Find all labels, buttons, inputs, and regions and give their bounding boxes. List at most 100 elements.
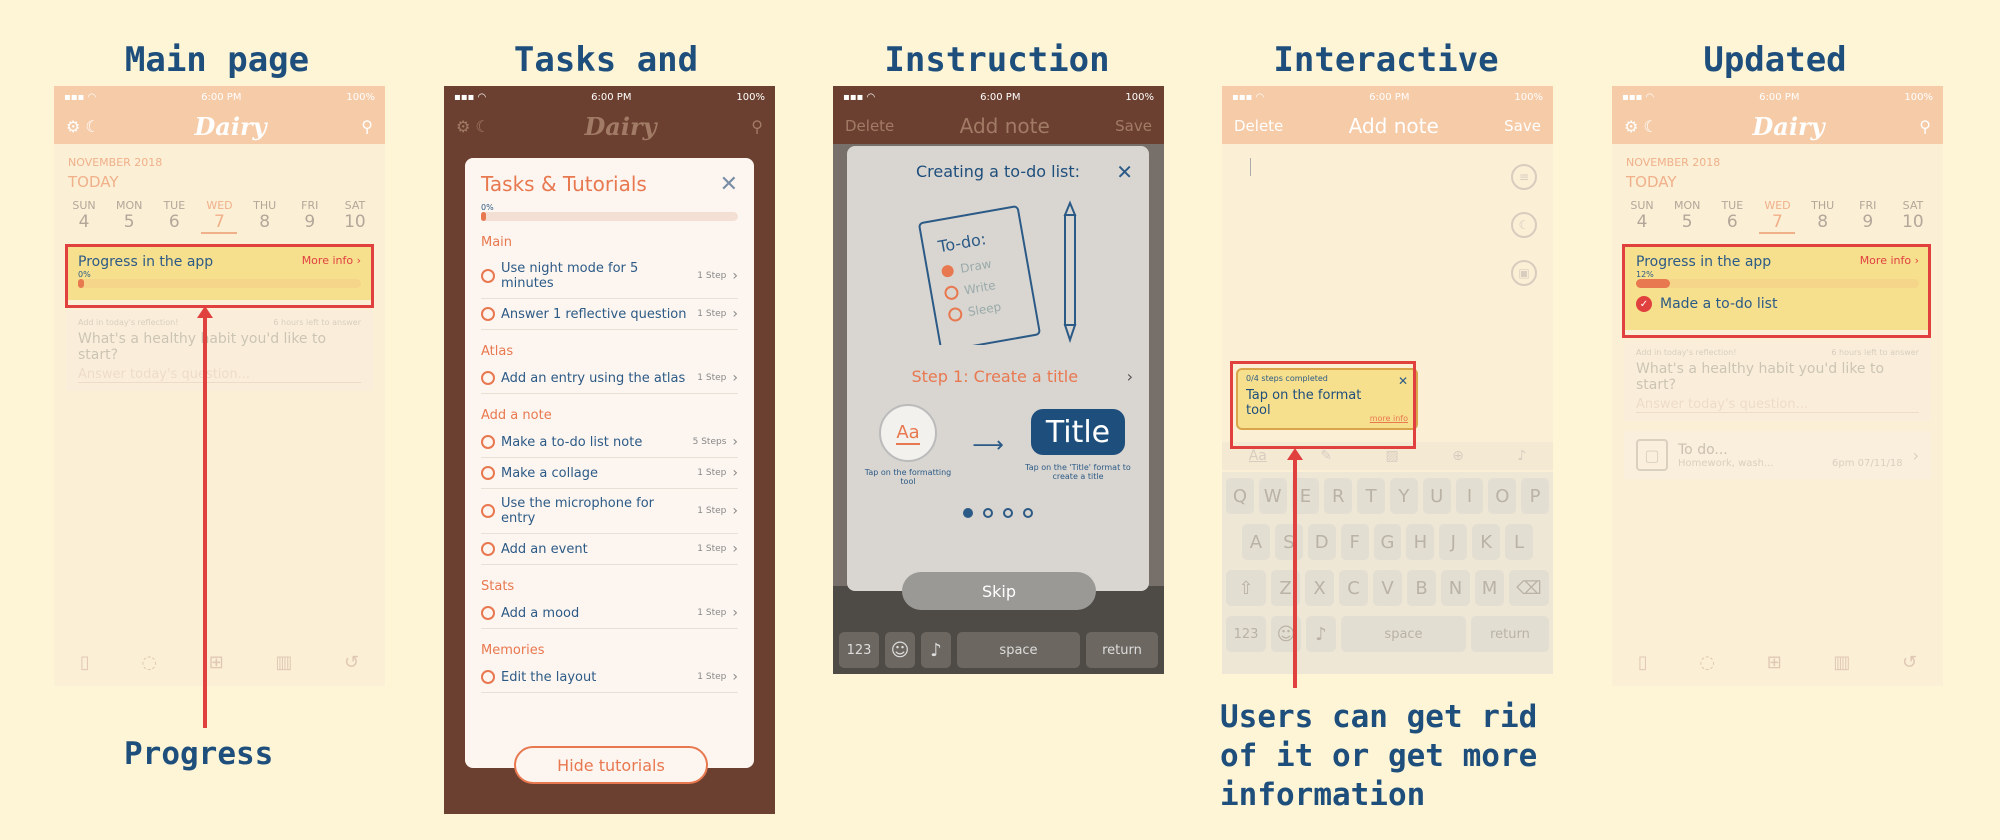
day-2[interactable]: TUE 6 xyxy=(1714,199,1750,234)
journal-icon[interactable]: ▯ xyxy=(1638,652,1648,673)
checkbox-circle-icon[interactable] xyxy=(481,269,495,283)
checkbox-circle-icon[interactable] xyxy=(481,542,495,556)
journal-icon[interactable]: ▯ xyxy=(80,652,90,673)
key-c[interactable]: C xyxy=(1339,570,1368,606)
key-d[interactable]: D xyxy=(1307,524,1336,560)
day-3[interactable]: WED 7 xyxy=(201,199,238,234)
todo-note-card[interactable]: ▢ To do... Homework, wash... 6pm 07/11/1… xyxy=(1624,431,1931,479)
key-i[interactable]: I xyxy=(1455,478,1484,514)
key-x[interactable]: X xyxy=(1305,570,1334,606)
key-r[interactable]: R xyxy=(1324,478,1353,514)
key-l[interactable]: L xyxy=(1505,524,1534,560)
tutorial-item[interactable]: Use night mode for 5 minutes 1 Step › xyxy=(481,254,738,299)
answer-input[interactable]: Answer today's question... xyxy=(1636,397,1919,413)
day-1[interactable]: MON 5 xyxy=(111,199,147,234)
history-icon[interactable]: ↺ xyxy=(1902,652,1917,673)
image-icon[interactable]: ▨ xyxy=(1385,448,1398,464)
day-4[interactable]: THU 8 xyxy=(1805,199,1841,234)
dot-4[interactable] xyxy=(1023,508,1033,518)
checkbox-circle-icon[interactable] xyxy=(481,606,495,620)
checkbox-circle-icon[interactable] xyxy=(481,307,495,321)
step-row[interactable]: Step 1: Create a title › xyxy=(863,367,1134,386)
day-1[interactable]: MON 5 xyxy=(1669,199,1705,234)
tutorial-item[interactable]: Add a mood 1 Step › xyxy=(481,598,738,629)
mic-icon[interactable]: ♪ xyxy=(1517,448,1526,464)
tutorial-item[interactable]: Add an event 1 Step › xyxy=(481,534,738,565)
stats-icon[interactable]: ▥ xyxy=(275,652,292,673)
key-g[interactable]: G xyxy=(1373,524,1402,560)
key-space[interactable]: space xyxy=(1341,616,1466,652)
key-j[interactable]: J xyxy=(1439,524,1468,560)
search-icon[interactable]: ⚲ xyxy=(1919,117,1931,136)
add-icon[interactable]: ⊞ xyxy=(209,652,224,673)
answer-input[interactable]: Answer today's question... xyxy=(78,367,361,383)
key-return[interactable]: return xyxy=(1471,616,1549,652)
format-tool-icon[interactable]: Aa xyxy=(1249,448,1267,464)
reflection-card[interactable]: Add in today's reflection! 6 hours left … xyxy=(1624,340,1931,421)
hide-tutorials-button[interactable]: Hide tutorials xyxy=(514,746,708,784)
day-2[interactable]: TUE 6 xyxy=(156,199,192,234)
gear-icon[interactable]: ⚙ ☾ xyxy=(1624,117,1658,136)
save-button[interactable]: Save xyxy=(1504,117,1541,135)
bulb-icon[interactable]: ◌ xyxy=(141,652,157,673)
history-icon[interactable]: ↺ xyxy=(344,652,359,673)
day-0[interactable]: SUN 4 xyxy=(66,199,102,234)
day-0[interactable]: SUN 4 xyxy=(1624,199,1660,234)
bulb-icon[interactable]: ◌ xyxy=(1699,652,1715,673)
tutorial-item[interactable]: Make a to-do list note 5 Steps › xyxy=(481,427,738,458)
key-123[interactable]: 123 xyxy=(1226,616,1266,652)
key-h[interactable]: H xyxy=(1406,524,1435,560)
key-a[interactable]: A xyxy=(1242,524,1270,560)
close-icon[interactable]: ✕ xyxy=(720,172,738,197)
skip-button[interactable]: Skip xyxy=(902,572,1096,610)
dot-3[interactable] xyxy=(1003,508,1013,518)
search-icon[interactable]: ⚲ xyxy=(361,117,373,136)
day-3[interactable]: WED 7 xyxy=(1759,199,1796,234)
dot-1[interactable] xyxy=(963,508,973,518)
checkbox-circle-icon[interactable] xyxy=(481,504,495,518)
key-t[interactable]: T xyxy=(1357,478,1385,514)
moon-icon[interactable]: ☾ xyxy=(1511,212,1537,238)
key-w[interactable]: W xyxy=(1258,478,1287,514)
key-y[interactable]: Y xyxy=(1389,478,1418,514)
key-q[interactable]: Q xyxy=(1226,478,1254,514)
stats-icon[interactable]: ▥ xyxy=(1833,652,1850,673)
gear-icon[interactable]: ⚙ ☾ xyxy=(66,117,100,136)
key-s[interactable]: S xyxy=(1274,524,1303,560)
day-6[interactable]: SAT 10 xyxy=(337,199,373,234)
chevron-right-icon[interactable]: › xyxy=(1127,367,1133,386)
tutorial-item[interactable]: Add an entry using the atlas 1 Step › xyxy=(481,363,738,394)
key-k[interactable]: K xyxy=(1472,524,1501,560)
lines-icon[interactable]: ≡ xyxy=(1511,164,1537,190)
add-icon[interactable]: ⊞ xyxy=(1767,652,1782,673)
tutorial-item[interactable]: Edit the layout 1 Step › xyxy=(481,662,738,693)
shift-key[interactable]: ⇧ xyxy=(1226,570,1266,606)
plus-icon[interactable]: ⊕ xyxy=(1452,448,1464,464)
checkbox-circle-icon[interactable] xyxy=(481,670,495,684)
pen-icon[interactable]: ✎ xyxy=(1320,448,1332,464)
lock-icon[interactable]: ▣ xyxy=(1511,260,1537,286)
key-p[interactable]: P xyxy=(1521,478,1549,514)
tutorial-item[interactable]: Make a collage 1 Step › xyxy=(481,458,738,489)
checkbox-circle-icon[interactable] xyxy=(481,435,495,449)
checkbox-circle-icon[interactable] xyxy=(481,466,495,480)
key-f[interactable]: F xyxy=(1340,524,1369,560)
day-4[interactable]: THU 8 xyxy=(247,199,283,234)
dot-2[interactable] xyxy=(983,508,993,518)
backspace-key[interactable]: ⌫ xyxy=(1509,570,1549,606)
tutorial-item[interactable]: Use the microphone for entry 1 Step › xyxy=(481,489,738,534)
mic-key-icon[interactable]: ♪ xyxy=(1306,616,1336,652)
delete-button[interactable]: Delete xyxy=(1234,117,1283,135)
tutorial-item[interactable]: Answer 1 reflective question 1 Step › xyxy=(481,299,738,330)
day-6[interactable]: SAT 10 xyxy=(1895,199,1931,234)
key-u[interactable]: U xyxy=(1422,478,1451,514)
key-b[interactable]: B xyxy=(1407,570,1436,606)
close-icon[interactable]: ✕ xyxy=(1116,160,1133,184)
key-m[interactable]: M xyxy=(1475,570,1504,606)
day-5[interactable]: FRI 9 xyxy=(292,199,328,234)
reflection-card[interactable]: Add in today's reflection! 6 hours left … xyxy=(66,310,373,391)
key-n[interactable]: N xyxy=(1441,570,1470,606)
key-v[interactable]: V xyxy=(1373,570,1402,606)
day-5[interactable]: FRI 9 xyxy=(1850,199,1886,234)
checkbox-circle-icon[interactable] xyxy=(481,371,495,385)
